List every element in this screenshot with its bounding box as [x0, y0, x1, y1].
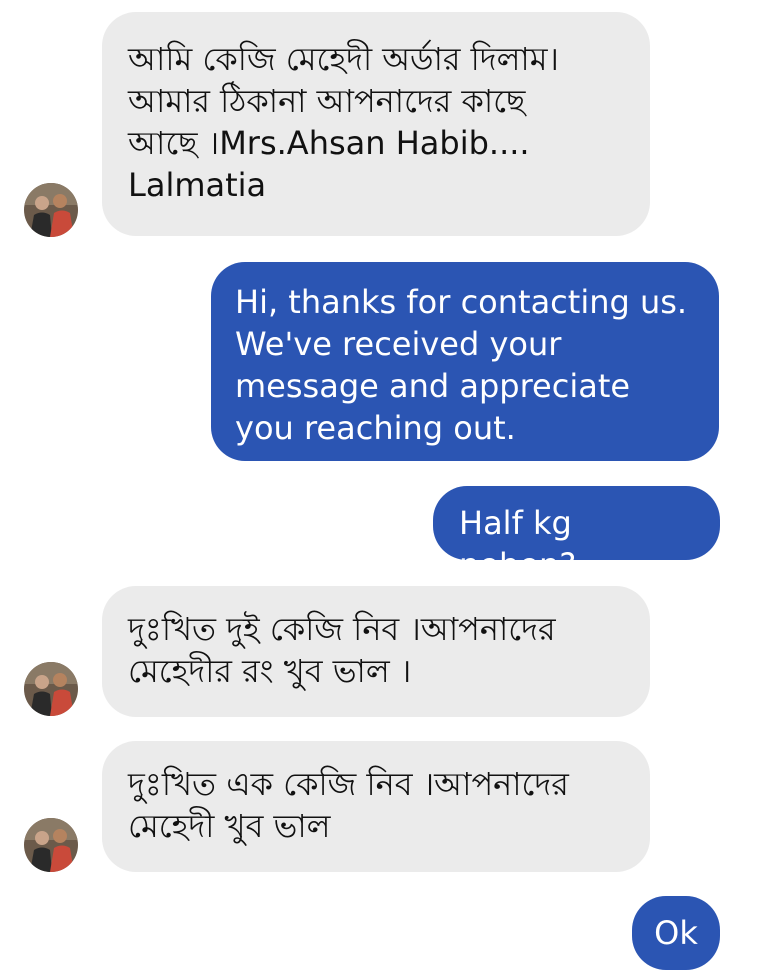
message-bubble-outgoing[interactable]: Half kg neben? [433, 486, 720, 560]
message-bubble-outgoing[interactable]: Hi, thanks for contacting us. We've rece… [211, 262, 719, 461]
contact-avatar-icon[interactable] [24, 183, 78, 237]
message-bubble-incoming[interactable]: দুঃখিত এক কেজি নিব ।আপনাদের মেহেদী খুব ভ… [102, 741, 650, 872]
message-bubble-incoming[interactable]: দুঃখিত দুই কেজি নিব ।আপনাদের মেহেদীর রং … [102, 586, 650, 717]
contact-avatar-icon[interactable] [24, 818, 78, 872]
contact-avatar-icon[interactable] [24, 662, 78, 716]
message-bubble-incoming[interactable]: আমি কেজি মেহেদী অর্ডার দিলাম। আমার ঠিকান… [102, 12, 650, 236]
message-bubble-outgoing[interactable]: Ok [632, 896, 720, 970]
